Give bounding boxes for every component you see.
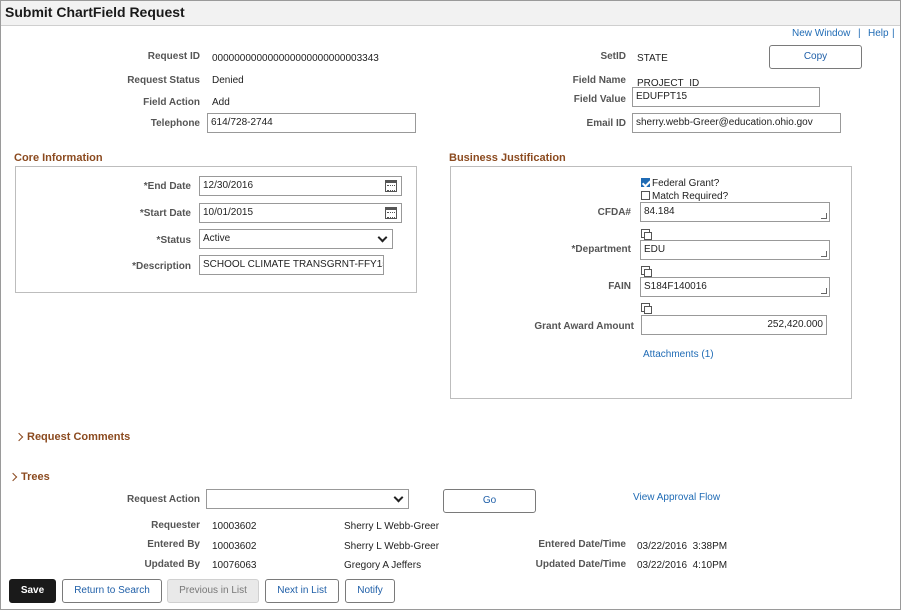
calendar-icon[interactable] bbox=[385, 207, 397, 219]
department-value: EDU bbox=[644, 244, 666, 255]
entered-by-label: Entered By bbox=[147, 539, 200, 550]
link-separator: | bbox=[892, 28, 895, 39]
match-required-label: Match Required? bbox=[652, 191, 729, 202]
field-value-label: Field Value bbox=[573, 94, 626, 105]
entered-datetime-value: 03/22/2016 3:38PM bbox=[637, 541, 728, 552]
request-comments-title[interactable]: Request Comments bbox=[27, 431, 130, 443]
request-action-label: Request Action bbox=[127, 494, 200, 505]
copy-icon[interactable] bbox=[641, 266, 652, 277]
fain-value: S184F140016 bbox=[644, 281, 707, 292]
updated-by-id: 10076063 bbox=[212, 560, 257, 571]
link-separator: | bbox=[858, 28, 861, 39]
entered-by-name: Sherry L Webb-Greer bbox=[344, 541, 440, 552]
department-label: *Department bbox=[571, 244, 631, 255]
requester-label: Requester bbox=[151, 520, 200, 531]
core-information-title: Core Information bbox=[14, 152, 103, 164]
chevron-down-icon bbox=[393, 492, 404, 503]
start-date-input[interactable]: 10/01/2015 bbox=[199, 203, 402, 223]
updated-by-label: Updated By bbox=[144, 559, 200, 570]
request-status-value: Denied bbox=[212, 75, 244, 86]
view-approval-flow-link[interactable]: View Approval Flow bbox=[633, 492, 720, 503]
copy-icon[interactable] bbox=[641, 229, 652, 240]
setid-value: STATE bbox=[637, 53, 668, 64]
copy-button[interactable]: Copy bbox=[769, 45, 862, 69]
end-date-label: *End Date bbox=[143, 181, 191, 192]
start-date-value: 10/01/2015 bbox=[203, 207, 254, 218]
attachments-link[interactable]: Attachments (1) bbox=[643, 349, 714, 360]
fain-label: FAIN bbox=[608, 281, 631, 292]
previous-in-list-button[interactable]: Previous in List bbox=[167, 579, 259, 603]
telephone-label: Telephone bbox=[150, 118, 200, 129]
help-link[interactable]: Help bbox=[868, 28, 889, 39]
return-to-search-button[interactable]: Return to Search bbox=[62, 579, 162, 603]
request-action-select[interactable] bbox=[206, 489, 409, 509]
go-button[interactable]: Go bbox=[443, 489, 536, 513]
request-id-label: Request ID bbox=[147, 51, 200, 62]
entered-by-id: 10003602 bbox=[212, 541, 257, 552]
grant-award-label: Grant Award Amount bbox=[534, 321, 634, 332]
requester-id: 10003602 bbox=[212, 521, 257, 532]
save-button[interactable]: Save bbox=[9, 579, 56, 603]
federal-grant-checkbox[interactable] bbox=[641, 178, 650, 187]
request-id-value: 000000000000000000000000003343 bbox=[212, 53, 379, 64]
end-date-input[interactable]: 12/30/2016 bbox=[199, 176, 402, 196]
status-value: Active bbox=[203, 233, 231, 244]
field-value-input[interactable]: EDUFPT15 bbox=[632, 87, 820, 107]
email-label: Email ID bbox=[586, 118, 626, 129]
trees-title[interactable]: Trees bbox=[21, 471, 50, 483]
description-input[interactable]: SCHOOL CLIMATE TRANSGRNT-FFY15 bbox=[199, 255, 384, 275]
email-input[interactable]: sherry.webb-Greer@education.ohio.gov bbox=[632, 113, 841, 133]
resize-handle[interactable] bbox=[821, 213, 827, 219]
updated-by-name: Gregory A Jeffers bbox=[344, 560, 422, 571]
start-date-label: *Start Date bbox=[139, 208, 191, 219]
department-textarea[interactable]: EDU bbox=[640, 240, 830, 260]
resize-handle[interactable] bbox=[821, 288, 827, 294]
match-required-checkbox[interactable] bbox=[641, 191, 650, 200]
copy-icon[interactable] bbox=[641, 303, 652, 314]
description-label: *Description bbox=[132, 261, 191, 272]
grant-award-input[interactable]: 252,420.000 bbox=[641, 315, 827, 335]
fain-textarea[interactable]: S184F140016 bbox=[640, 277, 830, 297]
chevron-down-icon bbox=[377, 232, 388, 243]
title-bar: Submit ChartField Request bbox=[1, 1, 900, 26]
request-status-label: Request Status bbox=[127, 75, 200, 86]
page-title: Submit ChartField Request bbox=[5, 4, 185, 20]
new-window-link[interactable]: New Window bbox=[792, 28, 850, 39]
federal-grant-label: Federal Grant? bbox=[652, 178, 720, 189]
field-action-value: Add bbox=[212, 97, 230, 108]
entered-datetime-label: Entered Date/Time bbox=[538, 539, 626, 550]
requester-name: Sherry L Webb-Greer bbox=[344, 521, 440, 532]
setid-label: SetID bbox=[600, 51, 626, 62]
cfda-textarea[interactable]: 84.184 bbox=[640, 202, 830, 222]
field-action-label: Field Action bbox=[143, 97, 200, 108]
field-name-label: Field Name bbox=[572, 75, 626, 86]
updated-datetime-value: 03/22/2016 4:10PM bbox=[637, 560, 728, 571]
cfda-label: CFDA# bbox=[597, 207, 631, 218]
status-label: *Status bbox=[156, 235, 191, 246]
cfda-value: 84.184 bbox=[644, 206, 675, 217]
business-justification-title: Business Justification bbox=[449, 152, 566, 164]
calendar-icon[interactable] bbox=[385, 180, 397, 192]
status-select[interactable]: Active bbox=[199, 229, 393, 249]
telephone-input[interactable]: 614/728-2744 bbox=[207, 113, 416, 133]
end-date-value: 12/30/2016 bbox=[203, 180, 254, 191]
updated-datetime-label: Updated Date/Time bbox=[535, 559, 626, 570]
next-in-list-button[interactable]: Next in List bbox=[265, 579, 339, 603]
notify-button[interactable]: Notify bbox=[345, 579, 395, 603]
resize-handle[interactable] bbox=[821, 251, 827, 257]
